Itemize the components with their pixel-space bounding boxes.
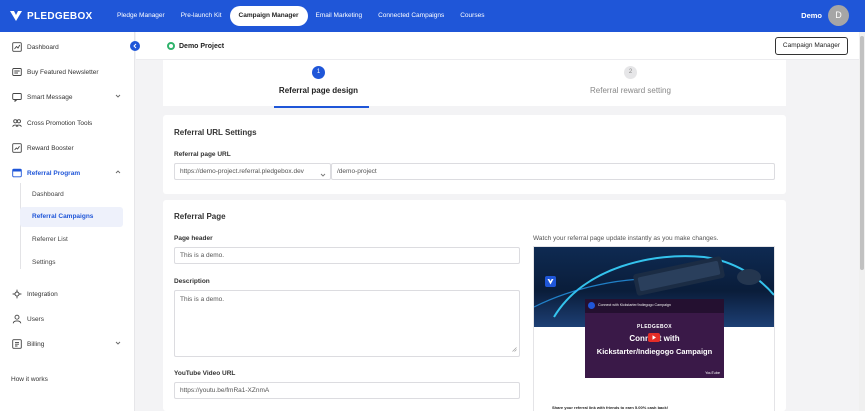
sidebar-subitem-referrer-list[interactable]: Referrer List <box>20 230 123 250</box>
brand-name: PLEDGEBOX <box>27 10 93 22</box>
sidebar-item-cross-promotion-tools[interactable]: Cross Promotion Tools <box>0 113 135 133</box>
nav-pre-launch-kit[interactable]: Pre-launch Kit <box>173 6 230 26</box>
user-menu[interactable]: Demo D <box>801 5 849 26</box>
top-navigation-bar: PLEDGEBOX Pledge Manager Pre-launch Kit … <box>0 0 865 32</box>
scrollbar-thumb[interactable] <box>860 36 864 270</box>
message-icon <box>11 92 22 103</box>
video-title: Connect with Kickstarter/Indiegogo Campa… <box>598 303 671 307</box>
pledgebox-logo[interactable]: PLEDGEBOX <box>9 10 109 22</box>
project-header: Demo Project Campaign Manager <box>136 32 865 60</box>
campaign-manager-button[interactable]: Campaign Manager <box>774 37 848 55</box>
sidebar-item-label: Smart Message <box>27 93 73 101</box>
newsletter-icon <box>11 67 22 78</box>
youtube-url-input[interactable]: https://youtu.be/fmRa1-XZnmA <box>174 382 520 399</box>
domain-value: https://demo-project.referral.pledgebox.… <box>180 168 304 175</box>
step-referral-reward-setting[interactable]: 2 Referral reward setting <box>573 66 688 95</box>
nav-courses[interactable]: Courses <box>452 6 492 26</box>
share-text: Share your referral link with friends to… <box>552 405 669 410</box>
step-label: Referral reward setting <box>590 86 671 95</box>
sidebar-item-label: Buy Featured Newsletter <box>27 68 99 76</box>
resize-grip-icon[interactable] <box>512 347 517 354</box>
step-label: Referral page design <box>278 86 359 95</box>
sidebar-item-label: Reward Booster <box>27 144 74 152</box>
sidebar-subitem-settings[interactable]: Settings <box>20 253 123 273</box>
user-name: Demo <box>801 11 822 20</box>
chevron-up-icon[interactable] <box>115 169 121 177</box>
step-progress: 1 Referral page design 2 Referral reward… <box>163 60 786 108</box>
sidebar-item-users[interactable]: Users <box>0 309 135 329</box>
section-title: Referral Page <box>174 212 226 221</box>
page-header-input[interactable]: This is a demo. <box>174 247 520 264</box>
integration-icon <box>11 289 22 300</box>
sidebar-subitem-dashboard[interactable]: Dashboard <box>20 185 123 205</box>
referral-url-settings-card: Referral URL Settings Referral page URL … <box>163 115 786 194</box>
preview-note: Watch your referral page update instantl… <box>533 235 719 242</box>
video-title-bar: Connect with Kickstarter/Indiegogo Campa… <box>585 299 724 313</box>
sidebar-item-reward-booster[interactable]: Reward Booster <box>0 138 135 158</box>
sidebar-item-label: Cross Promotion Tools <box>27 119 93 127</box>
how-it-works-link[interactable]: How it works <box>11 376 48 383</box>
project-title: Demo Project <box>167 42 224 50</box>
sidebar-item-label: Billing <box>27 340 45 348</box>
step-referral-page-design[interactable]: 1 Referral page design <box>266 66 371 108</box>
project-status-icon <box>167 42 175 50</box>
main-nav: Pledge Manager Pre-launch Kit Campaign M… <box>109 6 492 26</box>
step-number: 1 <box>312 66 325 79</box>
sidebar: Dashboard Buy Featured Newsletter Smart … <box>0 32 135 411</box>
sidebar-item-referral-program[interactable]: Referral Program <box>0 163 135 183</box>
billing-icon <box>11 339 22 350</box>
nav-pledge-manager[interactable]: Pledge Manager <box>109 6 173 26</box>
youtube-logo: YouTube <box>705 371 720 375</box>
people-icon <box>11 118 22 129</box>
nav-connected-campaigns[interactable]: Connected Campaigns <box>370 6 452 26</box>
video-brand: PLEDGEBOX <box>637 324 672 330</box>
chevron-down-icon[interactable] <box>115 340 121 348</box>
avatar[interactable]: D <box>828 5 849 26</box>
project-name: Demo Project <box>179 42 225 50</box>
sidebar-item-dashboard[interactable]: Dashboard <box>0 37 135 57</box>
user-icon <box>11 314 22 325</box>
nav-email-marketing[interactable]: Email Marketing <box>308 6 371 26</box>
video-headline-2: Kickstarter/Indiegogo Campaign <box>596 347 713 356</box>
sidebar-item-buy-featured-newsletter[interactable]: Buy Featured Newsletter <box>0 62 135 82</box>
play-icon[interactable] <box>648 333 660 342</box>
sidebar-item-label: Integration <box>27 290 58 298</box>
referral-domain-select[interactable]: https://demo-project.referral.pledgebox.… <box>174 163 331 180</box>
chevron-left-icon <box>132 43 138 51</box>
dashboard-icon <box>11 42 22 53</box>
sidebar-item-label: Dashboard <box>27 43 59 51</box>
nav-campaign-manager[interactable]: Campaign Manager <box>229 6 308 26</box>
active-step-underline <box>274 106 369 108</box>
description-textarea[interactable]: This is a demo. <box>174 290 520 357</box>
booster-icon <box>11 143 22 154</box>
pledgebox-logo-icon <box>9 10 23 22</box>
referral-path-input[interactable]: /demo-project <box>331 163 775 180</box>
description-label: Description <box>174 278 210 285</box>
pledgebox-badge-icon <box>545 276 556 287</box>
chevron-down-icon[interactable] <box>115 93 121 101</box>
field-label: Referral page URL <box>174 151 231 158</box>
page-header-label: Page header <box>174 235 213 242</box>
sidebar-item-billing[interactable]: Billing <box>0 334 135 354</box>
referral-page-card: Referral Page Page header This is a demo… <box>163 200 786 411</box>
collapse-sidebar-button[interactable] <box>130 41 140 51</box>
chevron-down-icon <box>320 169 326 184</box>
youtube-video-thumbnail[interactable]: Connect with Kickstarter/Indiegogo Campa… <box>585 299 724 378</box>
channel-icon <box>588 302 595 309</box>
youtube-url-label: YouTube Video URL <box>174 370 236 377</box>
sidebar-item-label: Referral Program <box>27 169 81 177</box>
referral-icon <box>11 168 22 179</box>
description-value: This is a demo. <box>180 296 225 303</box>
section-title: Referral URL Settings <box>174 128 257 137</box>
sidebar-item-integration[interactable]: Integration <box>0 284 135 304</box>
sidebar-subitem-referral-campaigns[interactable]: Referral Campaigns <box>20 207 123 227</box>
referral-page-preview: Connect with Kickstarter/Indiegogo Campa… <box>533 246 775 411</box>
step-number: 2 <box>624 66 637 79</box>
sidebar-item-smart-message[interactable]: Smart Message <box>0 87 135 107</box>
sidebar-item-label: Users <box>27 315 44 323</box>
